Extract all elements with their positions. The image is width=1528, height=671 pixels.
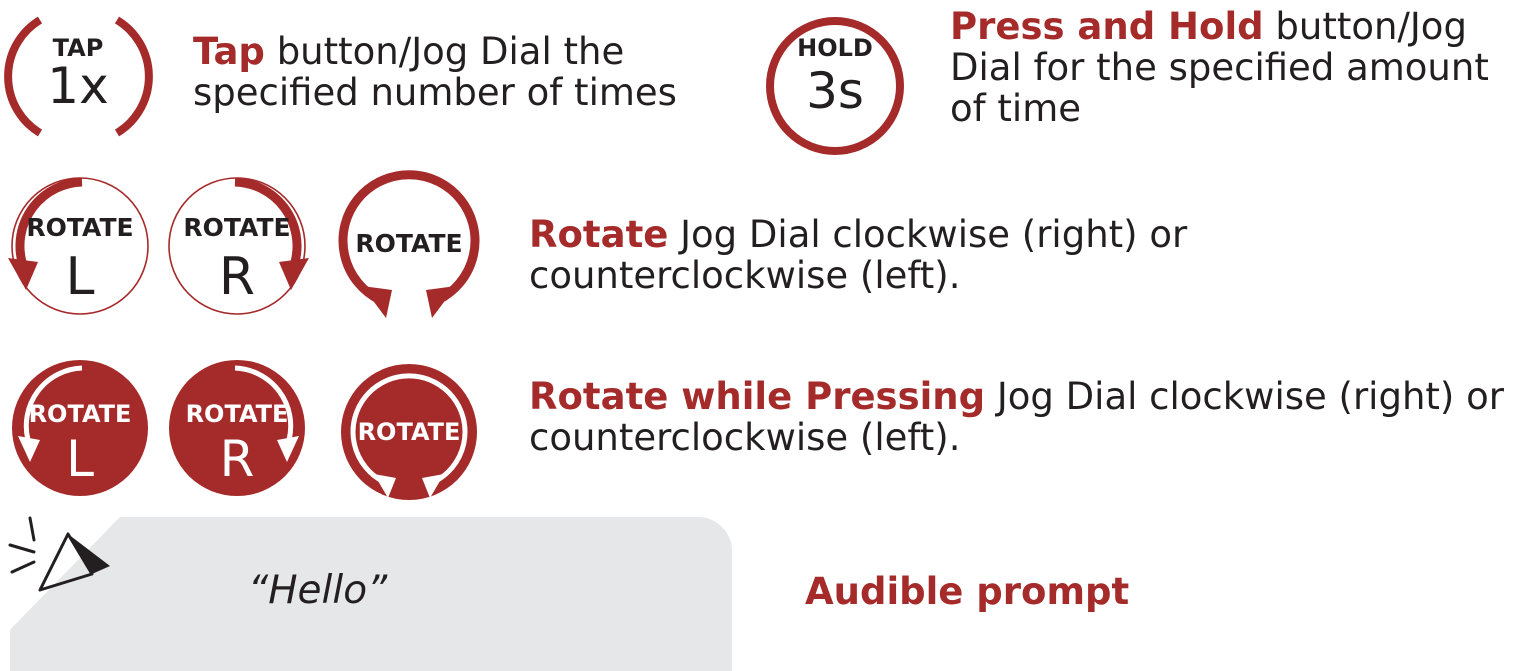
rotate-description: Rotate Jog Dial clockwise (right) or cou… — [529, 213, 1188, 297]
audible-prompt-label: Audible prompt — [805, 570, 1130, 613]
rotate-press-both-label: ROTATE — [358, 418, 461, 446]
rotate-keyword: Rotate — [529, 213, 669, 256]
hold-description: Press and Hold button/Jog Dial for the s… — [950, 5, 1489, 130]
hold-icon-label: HOLD — [797, 34, 873, 62]
hold-icon-duration: 3s — [806, 62, 864, 120]
rotate-press-description: Rotate while Pressing Jog Dial clockwise… — [529, 375, 1504, 459]
rotate-press-keyword: Rotate while Pressing — [529, 375, 986, 418]
hold-keyword: Press and Hold — [950, 5, 1264, 48]
prompt-example-text: “Hello” — [248, 568, 388, 613]
